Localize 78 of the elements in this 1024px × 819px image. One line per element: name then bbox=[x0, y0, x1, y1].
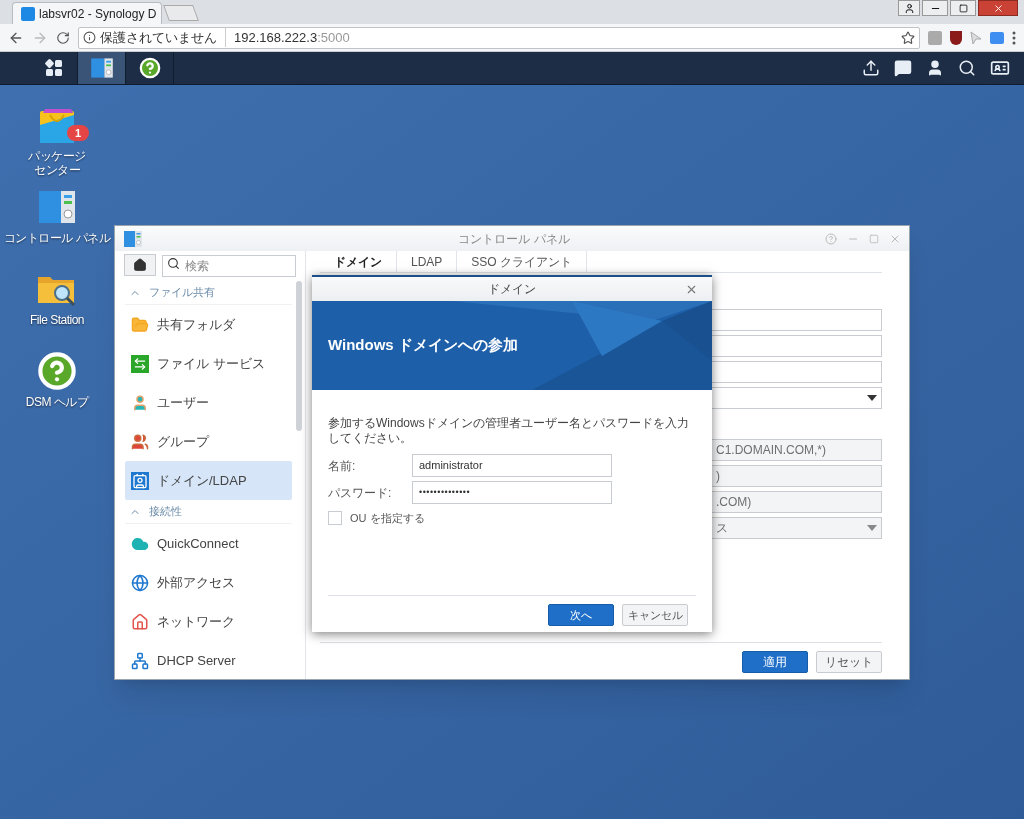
sidebar-item[interactable]: ユーザー bbox=[125, 383, 292, 422]
field-label: パスワード: bbox=[328, 484, 393, 502]
sidebar-item[interactable]: DHCP Server bbox=[125, 641, 292, 679]
file-transfer-icon bbox=[131, 354, 149, 373]
desktop-icon-label[interactable]: DSM ヘルプ bbox=[25, 395, 89, 409]
sidebar-item[interactable]: QuickConnect bbox=[125, 524, 292, 563]
input-field[interactable]: administrator bbox=[412, 454, 612, 477]
menu-icon[interactable] bbox=[1012, 30, 1016, 45]
bookmark-star-icon[interactable] bbox=[901, 30, 915, 45]
instruction-text: 参加するWindowsドメインの管理者ユーザー名とパスワードを入力してください。 bbox=[328, 416, 690, 446]
restore-icon bbox=[958, 3, 968, 13]
control-panel-icon bbox=[89, 56, 114, 80]
dialog-title: ドメイン bbox=[488, 281, 536, 298]
apply-button[interactable]: 適用 bbox=[742, 651, 808, 673]
search-field[interactable]: 検索 bbox=[162, 255, 296, 277]
taskbar-app-button[interactable] bbox=[78, 52, 126, 84]
banner-title: Windows ドメインへの参加 bbox=[328, 335, 518, 356]
new-tab-button[interactable] bbox=[163, 5, 199, 21]
folder-share-icon bbox=[131, 315, 149, 334]
window-title: コントロール パネル bbox=[457, 230, 571, 248]
profile-button[interactable] bbox=[898, 0, 920, 16]
house-icon bbox=[131, 612, 149, 631]
help-icon bbox=[37, 351, 77, 391]
cancel-button[interactable]: キャンセル bbox=[622, 604, 688, 626]
network-icon bbox=[131, 651, 149, 670]
person-icon bbox=[903, 2, 915, 14]
address-field[interactable]: 保護されていません 192.168.222.3:5000 bbox=[78, 26, 920, 49]
url-text: 192.168.222.3:5000 bbox=[233, 28, 350, 47]
home-button[interactable] bbox=[124, 254, 156, 276]
sidebar-item[interactable]: ネットワーク bbox=[125, 602, 292, 641]
globe-icon bbox=[131, 573, 149, 592]
scrollbar[interactable] bbox=[296, 281, 302, 431]
tab[interactable]: LDAP bbox=[397, 251, 458, 272]
security-label: 保護されていません bbox=[100, 27, 226, 48]
search-icon bbox=[167, 257, 180, 270]
window-app-icon bbox=[123, 228, 143, 249]
checkbox[interactable] bbox=[328, 511, 342, 526]
desktop-icon-label[interactable]: File Station bbox=[30, 313, 84, 327]
restore-button[interactable] bbox=[950, 0, 976, 16]
sidebar-item[interactable]: 共有フォルダ bbox=[125, 305, 292, 344]
user-icon bbox=[131, 393, 149, 412]
section-header[interactable]: ファイル共有 bbox=[125, 281, 292, 305]
search-icon[interactable] bbox=[958, 59, 976, 77]
field-label: 名前: bbox=[328, 457, 357, 475]
group-icon bbox=[131, 432, 149, 451]
reload-icon[interactable] bbox=[56, 30, 70, 45]
chat-icon[interactable] bbox=[894, 59, 912, 77]
input-field[interactable] bbox=[711, 309, 882, 331]
next-button[interactable]: 次へ bbox=[548, 604, 614, 626]
desktop-icon-label[interactable]: パッケージ センター bbox=[28, 149, 86, 177]
close-button[interactable] bbox=[978, 0, 1018, 16]
sidebar-item[interactable]: グループ bbox=[125, 422, 292, 461]
browser-tab[interactable]: labsvr02 - Synology D bbox=[12, 2, 162, 24]
home-icon bbox=[133, 258, 147, 272]
reset-button[interactable]: リセット bbox=[816, 651, 882, 673]
upload-icon[interactable] bbox=[862, 59, 880, 77]
input-field[interactable] bbox=[711, 335, 882, 357]
sidebar-item[interactable]: 外部アクセス bbox=[125, 563, 292, 602]
dropdown-arrow-icon bbox=[867, 395, 877, 401]
checkbox-label: OU を指定する bbox=[350, 511, 425, 526]
cursor-icon[interactable] bbox=[970, 30, 982, 45]
desktop-icon-label[interactable]: コントロール パネル bbox=[3, 231, 111, 245]
contact-card-icon bbox=[131, 471, 149, 490]
close-icon bbox=[992, 2, 1004, 14]
password-field[interactable]: •••••••••••••• bbox=[412, 481, 612, 504]
dropdown-arrow-icon bbox=[867, 525, 877, 531]
sidebar-item[interactable]: ドメイン/LDAP bbox=[125, 461, 292, 500]
info-icon bbox=[83, 31, 96, 44]
sidebar-item[interactable]: ファイル サービス bbox=[125, 344, 292, 383]
dropdown-field[interactable] bbox=[711, 387, 882, 409]
input-field[interactable] bbox=[711, 361, 882, 383]
help-icon bbox=[138, 57, 161, 79]
dsm-favicon bbox=[21, 6, 35, 21]
id-card-icon[interactable] bbox=[990, 58, 1010, 78]
app-grid-icon bbox=[44, 59, 63, 77]
user-icon[interactable] bbox=[926, 59, 944, 77]
section-header[interactable]: 接続性 bbox=[125, 500, 292, 524]
tab[interactable]: SSO クライアント bbox=[457, 251, 588, 272]
